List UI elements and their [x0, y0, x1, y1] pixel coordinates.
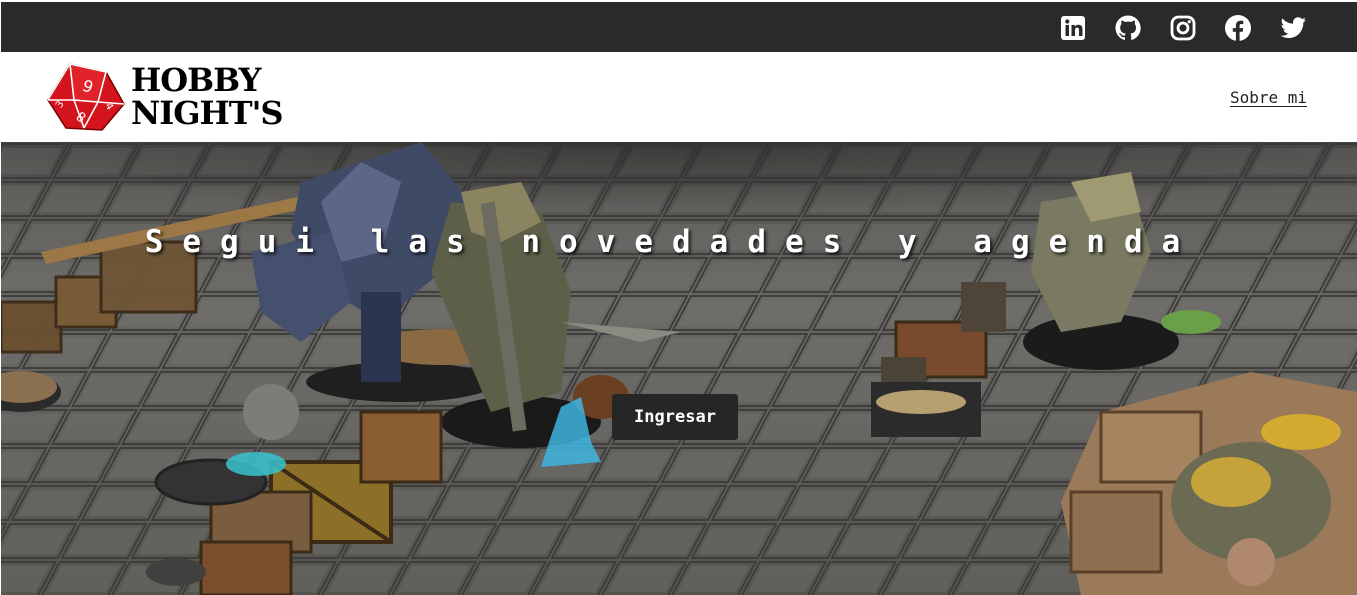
nav-about-link[interactable]: Sobre mi — [1230, 88, 1307, 107]
twitter-icon — [1280, 17, 1306, 38]
site-header: 9 8 3 4 HOBBY NIGHT'S Sobre mi — [0, 52, 1357, 142]
linkedin-link[interactable] — [1059, 14, 1087, 42]
hero-background-image — [1, 142, 1357, 595]
hero-section: Segui las novedades y agenda Ingresar — [1, 142, 1357, 595]
brand-line-1: HOBBY — [131, 61, 261, 99]
brand-line-2: NIGHT'S — [131, 94, 283, 132]
d10-die-icon: 9 8 3 4 — [47, 62, 125, 131]
brand-logo-link[interactable]: 9 8 3 4 HOBBY NIGHT'S — [44, 58, 283, 136]
github-icon — [1115, 15, 1141, 40]
facebook-link[interactable] — [1224, 14, 1252, 42]
instagram-icon — [1170, 15, 1196, 41]
ingresar-button[interactable]: Ingresar — [612, 394, 738, 440]
social-links — [1059, 14, 1307, 42]
social-topbar — [0, 0, 1357, 52]
facebook-icon — [1225, 15, 1251, 41]
instagram-link[interactable] — [1169, 14, 1197, 42]
hero-title: Segui las novedades y agenda — [144, 224, 1200, 260]
github-link[interactable] — [1114, 14, 1142, 42]
social-topbar-bar — [1, 2, 1357, 52]
twitter-link[interactable] — [1279, 14, 1307, 42]
brand-wordmark: HOBBY NIGHT'S — [131, 64, 283, 130]
linkedin-icon — [1061, 16, 1085, 40]
